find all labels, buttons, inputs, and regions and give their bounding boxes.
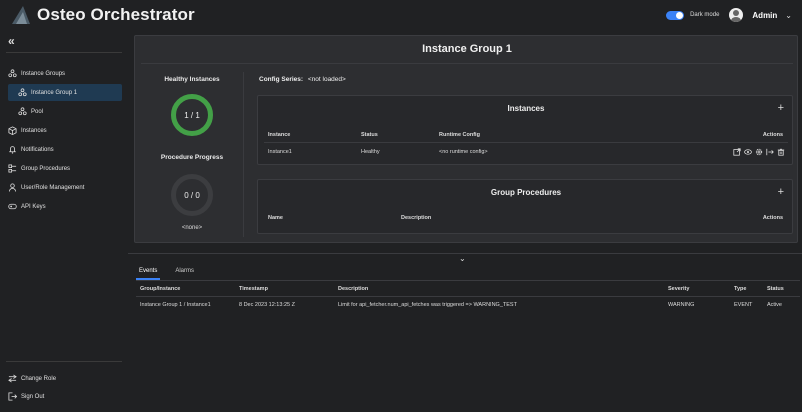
column-header: Description: [338, 286, 369, 292]
delete-icon[interactable]: [777, 148, 785, 156]
procedure-progress-caption: <none>: [181, 225, 203, 231]
swap-icon: [8, 374, 17, 383]
procedure-progress-ring: 0 / 0: [171, 174, 213, 216]
healthy-instances-value: 1 / 1: [184, 110, 200, 120]
column-header: Instance: [268, 132, 291, 138]
sidebar-item-label: User/Role Management: [21, 184, 85, 191]
instances-card: Instances + Instance Status Runtime Conf…: [257, 95, 793, 165]
procedure-icon: [8, 164, 17, 173]
instance-status: Healthy: [361, 149, 380, 155]
sidebar-item-label: Instance Group 1: [31, 89, 78, 96]
key-icon: [8, 202, 17, 211]
sidebar-item-instance-groups[interactable]: Instance Groups: [8, 65, 122, 82]
event-group-instance: Instance Group 1 / Instance1: [140, 302, 211, 308]
event-description: Limit for api_fetcher.num_api_fetches wa…: [338, 302, 517, 308]
bell-icon: [8, 145, 17, 154]
group-procedures-title: Group Procedures: [490, 188, 562, 197]
config-series: Config Series: <not loaded>: [259, 76, 346, 83]
column-separator: [243, 72, 244, 237]
event-status: Active: [767, 302, 782, 308]
move-icon[interactable]: [766, 148, 774, 156]
tab-alarms[interactable]: Alarms: [172, 266, 197, 280]
avatar[interactable]: [729, 8, 744, 22]
column-header: Name: [268, 215, 283, 221]
sidebar-item-user-role-management[interactable]: User/Role Management: [8, 179, 122, 196]
app-title: Osteo Orchestrator: [37, 5, 195, 24]
tabs-divider: [136, 280, 800, 281]
column-header: Status: [767, 286, 784, 292]
instance-actions: [733, 148, 785, 156]
header-divider: [136, 296, 800, 297]
events-tabs: Events Alarms: [136, 266, 197, 280]
config-series-label: Config Series:: [259, 76, 304, 83]
sign-out-button[interactable]: Sign Out: [8, 388, 122, 405]
view-icon[interactable]: [744, 148, 752, 156]
tab-events[interactable]: Events: [136, 266, 161, 280]
sidebar-item-label: API Keys: [21, 203, 46, 210]
column-header: Severity: [668, 286, 690, 292]
group-procedures-card: Group Procedures + Name Description Acti…: [257, 179, 793, 234]
signout-icon: [8, 392, 17, 401]
sidebar: « Instance Groups Instance Group 1 Pool …: [0, 30, 128, 412]
collapse-chevron-icon[interactable]: ⌄: [459, 254, 466, 263]
column-header: Actions: [762, 215, 783, 221]
healthy-instances-title: Healthy Instances: [164, 76, 220, 83]
instance-runtime-config: <no runtime config>: [439, 149, 488, 155]
app-logo-icon: [12, 6, 30, 24]
sidebar-item-api-keys[interactable]: API Keys: [8, 198, 122, 215]
event-timestamp: 8 Dec 2023 12:13:25 Z: [239, 302, 295, 308]
change-role-button[interactable]: Change Role: [8, 370, 122, 387]
sidebar-item-instances[interactable]: Instances: [8, 122, 122, 139]
event-severity: WARNING: [668, 302, 695, 308]
app-header: Osteo Orchestrator Dark mode Admin ⌄: [0, 0, 802, 30]
groups-icon: [8, 69, 17, 78]
user-icon: [8, 183, 17, 192]
column-header: Group/Instance: [140, 286, 181, 292]
event-type: EVENT: [734, 302, 753, 308]
sidebar-divider: [6, 361, 122, 362]
sidebar-item-label: Group Procedures: [21, 165, 71, 172]
sidebar-item-label: Instance Groups: [21, 70, 66, 77]
page-title: Instance Group 1: [422, 43, 512, 55]
procedure-progress-title: Procedure Progress: [160, 154, 224, 161]
groups-icon: [18, 88, 27, 97]
groups-icon: [18, 107, 27, 116]
column-header: Timestamp: [239, 286, 268, 292]
dark-mode-toggle[interactable]: [666, 10, 685, 20]
healthy-instances-ring: 1 / 1: [171, 94, 213, 136]
header-divider: [264, 142, 788, 143]
sidebar-divider: [6, 52, 122, 53]
column-header: Actions: [762, 132, 783, 138]
column-header: Type: [734, 286, 747, 292]
add-procedure-button[interactable]: +: [778, 186, 784, 198]
column-header: Status: [361, 132, 378, 138]
user-menu-chevron-icon[interactable]: ⌄: [785, 11, 792, 20]
cube-icon: [8, 126, 17, 135]
instance-group-panel: Instance Group 1 Healthy Instances 1 / 1…: [134, 35, 798, 243]
sidebar-item-label: Instances: [21, 127, 47, 134]
user-name[interactable]: Admin: [752, 11, 777, 20]
sidebar-item-label: Notifications: [21, 146, 54, 153]
sidebar-item-group-procedures[interactable]: Group Procedures: [8, 160, 122, 177]
config-series-value: <not loaded>: [307, 76, 346, 83]
add-instance-button[interactable]: +: [778, 102, 784, 114]
sidebar-item-instance-group-1[interactable]: Instance Group 1: [8, 84, 122, 101]
title-divider: [141, 63, 793, 64]
sidebar-item-pool[interactable]: Pool: [8, 103, 122, 120]
procedure-progress-value: 0 / 0: [184, 190, 200, 200]
sidebar-item-label: Sign Out: [21, 393, 45, 400]
open-external-icon[interactable]: [733, 148, 741, 156]
instance-name[interactable]: Instance1: [268, 149, 292, 155]
sidebar-item-label: Pool: [31, 108, 44, 115]
column-header: Runtime Config: [439, 132, 480, 138]
instances-title: Instances: [507, 104, 545, 113]
summary-column: Healthy Instances 1 / 1 Procedure Progre…: [141, 66, 243, 239]
sidebar-item-label: Change Role: [21, 375, 57, 382]
settings-gear-icon[interactable]: [755, 148, 763, 156]
sidebar-item-notifications[interactable]: Notifications: [8, 141, 122, 158]
column-header: Description: [401, 215, 432, 221]
dark-mode-label: Dark mode: [690, 12, 720, 18]
collapse-sidebar-button[interactable]: «: [8, 34, 15, 48]
